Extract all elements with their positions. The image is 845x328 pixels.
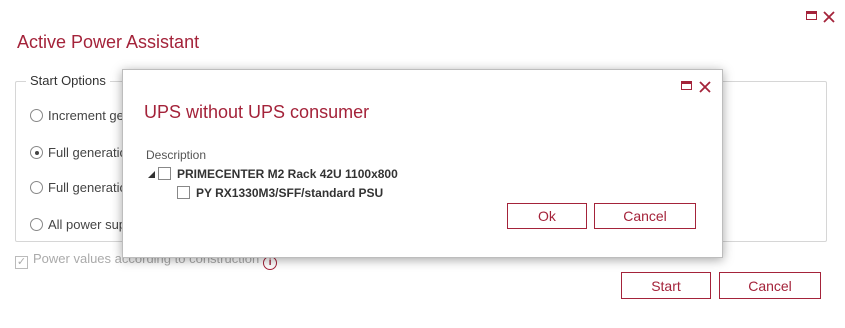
start-button[interactable]: Start bbox=[621, 272, 711, 299]
option-full-generation-1[interactable]: Full generation bbox=[30, 145, 134, 160]
tree-expand-icon[interactable] bbox=[148, 171, 155, 178]
tree-item-label: PRIMECENTER M2 Rack 42U 1100x800 bbox=[177, 167, 398, 181]
ok-button[interactable]: Ok bbox=[507, 203, 587, 229]
modal-title: UPS without UPS consumer bbox=[144, 102, 370, 122]
main-maximize-button[interactable] bbox=[806, 11, 817, 20]
tree-item-checkbox[interactable] bbox=[158, 167, 171, 180]
close-icon bbox=[823, 11, 835, 23]
power-values-checkbox: ✓ bbox=[15, 256, 28, 269]
modal-cancel-button[interactable]: Cancel bbox=[594, 203, 696, 229]
option-full-generation-2[interactable]: Full generation bbox=[30, 180, 134, 195]
radio-button-selected[interactable] bbox=[30, 146, 43, 159]
info-icon[interactable]: i bbox=[263, 256, 278, 270]
radio-button[interactable] bbox=[30, 109, 43, 122]
radio-button[interactable] bbox=[30, 218, 43, 231]
start-options-legend: Start Options bbox=[26, 73, 110, 88]
page-title: Active Power Assistant bbox=[17, 32, 200, 52]
main-close-button[interactable] bbox=[823, 10, 835, 28]
modal-close-button[interactable] bbox=[699, 80, 711, 98]
close-icon bbox=[699, 81, 711, 93]
maximize-icon bbox=[806, 11, 817, 20]
maximize-icon bbox=[681, 81, 692, 90]
radio-button[interactable] bbox=[30, 181, 43, 194]
tree-item-rack[interactable]: PRIMECENTER M2 Rack 42U 1100x800 bbox=[148, 167, 398, 181]
description-label: Description bbox=[146, 148, 207, 162]
tree-item-label: PY RX1330M3/SFF/standard PSU bbox=[196, 186, 384, 200]
modal-maximize-button[interactable] bbox=[681, 81, 692, 90]
ups-without-consumer-dialog: UPS without UPS consumer Description PRI… bbox=[122, 69, 723, 258]
main-cancel-button[interactable]: Cancel bbox=[719, 272, 821, 299]
tree-item-server[interactable]: PY RX1330M3/SFF/standard PSU bbox=[177, 186, 383, 200]
tree-item-checkbox[interactable] bbox=[177, 186, 190, 199]
